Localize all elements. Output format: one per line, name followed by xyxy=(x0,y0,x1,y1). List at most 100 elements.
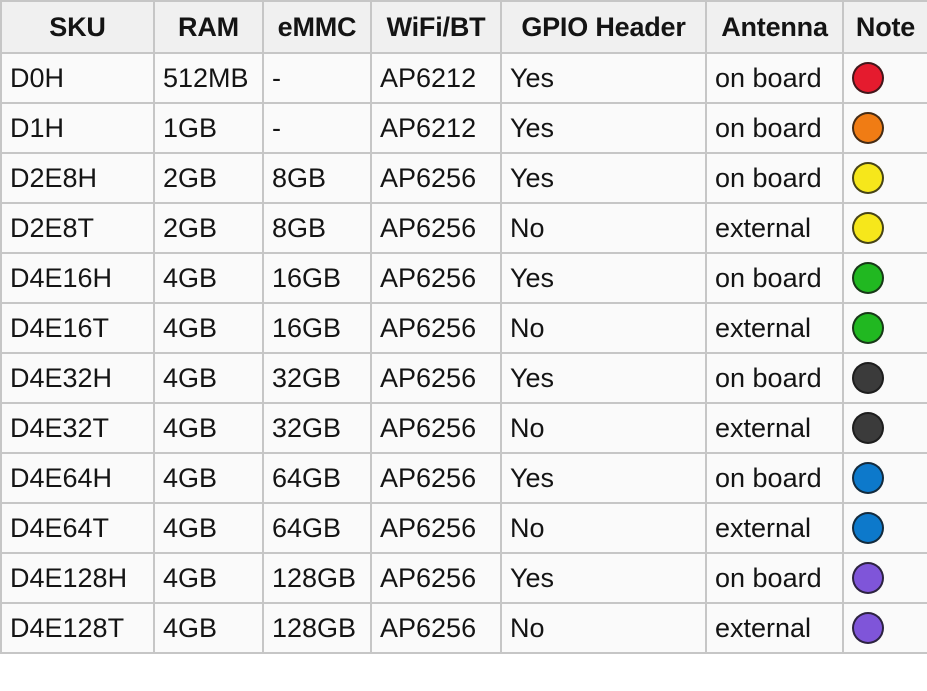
cell-sku: D4E128H xyxy=(0,552,155,604)
column-header-sku: SKU xyxy=(0,0,155,54)
cell-antenna: external xyxy=(705,602,844,654)
cell-emmc: 64GB xyxy=(262,452,372,504)
cell-gpio: No xyxy=(500,602,707,654)
cell-ram: 512MB xyxy=(153,52,264,104)
sku-specification-table: SKU RAM eMMC WiFi/BT GPIO Header Antenna Note … xyxy=(0,0,927,654)
table-row: D0H 512MB - AP6212 Yes on board xyxy=(0,52,927,104)
cell-antenna: on board xyxy=(705,452,844,504)
cell-sku: D1H xyxy=(0,102,155,154)
column-header-wifi_bt: WiFi/BT xyxy=(370,0,502,54)
cell-antenna: on board xyxy=(705,552,844,604)
cell-antenna: external xyxy=(705,402,844,454)
cell-emmc: - xyxy=(262,52,372,104)
table-row: D4E32T 4GB 32GB AP6256 No external xyxy=(0,402,927,454)
cell-note xyxy=(842,52,927,104)
cell-note xyxy=(842,252,927,304)
orange-dot-icon xyxy=(852,112,884,144)
cell-sku: D4E64H xyxy=(0,452,155,504)
cell-sku: D4E32H xyxy=(0,352,155,404)
table-row: D4E16H 4GB 16GB AP6256 Yes on board xyxy=(0,252,927,304)
table-row: D4E128H 4GB 128GB AP6256 Yes on board xyxy=(0,552,927,604)
cell-antenna: external xyxy=(705,502,844,554)
table-row: D4E64T 4GB 64GB AP6256 No external xyxy=(0,502,927,554)
table-row: D1H 1GB - AP6212 Yes on board xyxy=(0,102,927,154)
cell-wifi_bt: AP6256 xyxy=(370,302,502,354)
cell-wifi_bt: AP6256 xyxy=(370,402,502,454)
cell-wifi_bt: AP6212 xyxy=(370,52,502,104)
table-header: SKU RAM eMMC WiFi/BT GPIO Header Antenna Note xyxy=(0,0,927,54)
dark-gray-dot-icon xyxy=(852,362,884,394)
cell-ram: 4GB xyxy=(153,402,264,454)
cell-wifi_bt: AP6256 xyxy=(370,602,502,654)
cell-gpio: Yes xyxy=(500,152,707,204)
cell-ram: 4GB xyxy=(153,502,264,554)
cell-ram: 4GB xyxy=(153,452,264,504)
cell-emmc: 8GB xyxy=(262,202,372,254)
column-header-note: Note xyxy=(842,0,927,54)
table-row: D2E8H 2GB 8GB AP6256 Yes on board xyxy=(0,152,927,204)
cell-gpio: No xyxy=(500,202,707,254)
cell-gpio: No xyxy=(500,402,707,454)
cell-wifi_bt: AP6256 xyxy=(370,502,502,554)
cell-wifi_bt: AP6256 xyxy=(370,202,502,254)
cell-antenna: on board xyxy=(705,152,844,204)
blue-dot-icon xyxy=(852,512,884,544)
cell-wifi_bt: AP6256 xyxy=(370,552,502,604)
cell-note xyxy=(842,402,927,454)
cell-sku: D4E16H xyxy=(0,252,155,304)
cell-emmc: 16GB xyxy=(262,302,372,354)
table-row: D4E128T 4GB 128GB AP6256 No external xyxy=(0,602,927,654)
cell-sku: D4E16T xyxy=(0,302,155,354)
cell-gpio: Yes xyxy=(500,252,707,304)
cell-emmc: 64GB xyxy=(262,502,372,554)
cell-note xyxy=(842,152,927,204)
cell-emmc: 16GB xyxy=(262,252,372,304)
cell-antenna: on board xyxy=(705,252,844,304)
green-dot-icon xyxy=(852,312,884,344)
cell-sku: D2E8H xyxy=(0,152,155,204)
cell-note xyxy=(842,552,927,604)
cell-wifi_bt: AP6256 xyxy=(370,152,502,204)
column-header-ram: RAM xyxy=(153,0,264,54)
table-row: D4E64H 4GB 64GB AP6256 Yes on board xyxy=(0,452,927,504)
table-body: D0H 512MB - AP6212 Yes on board D1H 1GB - AP6212 Y… xyxy=(0,52,927,654)
cell-gpio: Yes xyxy=(500,52,707,104)
cell-sku: D2E8T xyxy=(0,202,155,254)
cell-ram: 1GB xyxy=(153,102,264,154)
cell-gpio: Yes xyxy=(500,552,707,604)
cell-gpio: Yes xyxy=(500,352,707,404)
green-dot-icon xyxy=(852,262,884,294)
cell-wifi_bt: AP6256 xyxy=(370,352,502,404)
cell-emmc: 128GB xyxy=(262,552,372,604)
table-header-row: SKU RAM eMMC WiFi/BT GPIO Header Antenna Note xyxy=(0,0,927,54)
cell-antenna: on board xyxy=(705,102,844,154)
cell-ram: 4GB xyxy=(153,602,264,654)
cell-ram: 4GB xyxy=(153,352,264,404)
cell-note xyxy=(842,302,927,354)
cell-ram: 2GB xyxy=(153,152,264,204)
cell-emmc: - xyxy=(262,102,372,154)
cell-emmc: 32GB xyxy=(262,352,372,404)
blue-dot-icon xyxy=(852,462,884,494)
cell-gpio: No xyxy=(500,502,707,554)
purple-dot-icon xyxy=(852,562,884,594)
table-row: D2E8T 2GB 8GB AP6256 No external xyxy=(0,202,927,254)
cell-wifi_bt: AP6256 xyxy=(370,252,502,304)
cell-ram: 4GB xyxy=(153,252,264,304)
cell-note xyxy=(842,502,927,554)
cell-emmc: 32GB xyxy=(262,402,372,454)
cell-sku: D4E128T xyxy=(0,602,155,654)
cell-gpio: Yes xyxy=(500,102,707,154)
cell-note xyxy=(842,202,927,254)
cell-note xyxy=(842,602,927,654)
yellow-dot-icon xyxy=(852,212,884,244)
cell-note xyxy=(842,452,927,504)
cell-sku: D0H xyxy=(0,52,155,104)
cell-wifi_bt: AP6212 xyxy=(370,102,502,154)
cell-ram: 4GB xyxy=(153,302,264,354)
cell-antenna: on board xyxy=(705,52,844,104)
cell-ram: 4GB xyxy=(153,552,264,604)
column-header-antenna: Antenna xyxy=(705,0,844,54)
cell-gpio: Yes xyxy=(500,452,707,504)
dark-gray-dot-icon xyxy=(852,412,884,444)
